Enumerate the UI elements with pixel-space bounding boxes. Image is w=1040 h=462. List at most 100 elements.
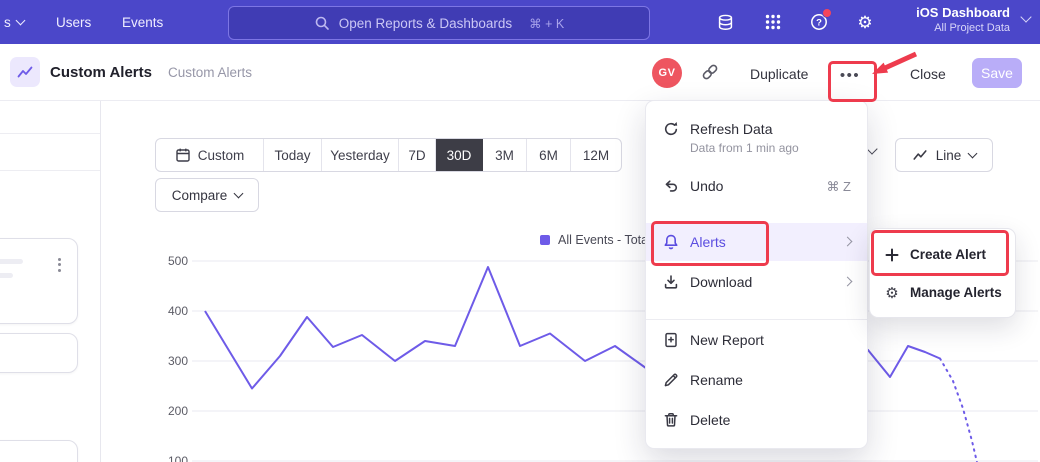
chevron-down-icon — [15, 15, 25, 25]
date-range-label: 7D — [408, 148, 425, 163]
date-range-today[interactable]: Today — [264, 139, 322, 171]
sidebar-card[interactable] — [0, 333, 78, 373]
avatar[interactable]: GV — [652, 58, 682, 88]
menu-item-rename[interactable]: Rename — [646, 361, 867, 399]
data-management-button[interactable] — [712, 9, 738, 35]
legend-label: All Events - Total — [558, 233, 651, 247]
date-range-control: Custom Today Yesterday 7D 30D 3M 6M 12M — [155, 138, 622, 172]
report-header: Custom Alerts Custom Alerts GV Duplicate… — [0, 44, 1040, 101]
menu-item-download[interactable]: Download — [646, 263, 867, 301]
context-menu: Refresh Data Data from 1 min ago Undo ⌘ … — [645, 100, 868, 449]
menu-item-label: Delete — [690, 412, 730, 428]
gear-icon: ⚙ — [857, 14, 872, 31]
help-button[interactable]: ? — [806, 9, 832, 35]
chevron-right-icon — [843, 237, 853, 247]
chevron-down-icon — [968, 148, 978, 158]
menu-item-delete[interactable]: Delete — [646, 401, 867, 439]
line-chart-icon — [16, 63, 34, 81]
nav-item-users[interactable]: Users — [56, 0, 91, 44]
pencil-icon — [662, 371, 680, 389]
settings-button[interactable]: ⚙ — [852, 9, 878, 35]
compare-label: Compare — [172, 188, 228, 203]
submenu-item-label: Create Alert — [910, 247, 986, 262]
date-range-custom[interactable]: Custom — [156, 139, 264, 171]
menu-item-alerts[interactable]: Alerts — [646, 223, 867, 261]
menu-item-label: New Report — [690, 332, 764, 348]
menu-item-new-report[interactable]: New Report — [646, 321, 867, 359]
svg-text:?: ? — [816, 18, 822, 29]
project-chevron-icon — [1020, 11, 1031, 22]
date-range-3m[interactable]: 3M — [483, 139, 527, 171]
date-range-label: 30D — [447, 148, 472, 163]
left-sidebar — [0, 100, 101, 462]
search-shortcut-hint: ⌘ + K — [529, 16, 564, 31]
nav-item-users-label: Users — [56, 15, 91, 30]
date-range-yesterday[interactable]: Yesterday — [322, 139, 399, 171]
apps-grid-button[interactable] — [760, 9, 786, 35]
sidebar-card[interactable] — [0, 238, 78, 324]
menu-item-label: Download — [690, 274, 752, 290]
date-range-label: 6M — [539, 148, 558, 163]
page-title: Custom Alerts — [50, 64, 152, 81]
menu-item-refresh-data[interactable]: Refresh Data Data from 1 min ago — [646, 113, 867, 157]
app-window: s Users Events Open Reports & Dashboards… — [0, 0, 1040, 462]
sidebar-divider — [0, 170, 100, 171]
menu-item-shortcut: ⌘ Z — [826, 179, 851, 195]
gear-icon: ⚙ — [884, 285, 900, 301]
notification-dot — [822, 8, 832, 18]
search-icon — [314, 15, 330, 31]
date-range-12m[interactable]: 12M — [571, 139, 621, 171]
chart-type-button[interactable]: Line — [895, 138, 993, 172]
menu-item-undo[interactable]: Undo ⌘ Z — [646, 167, 867, 205]
global-search-input[interactable]: Open Reports & Dashboards ⌘ + K — [228, 6, 650, 40]
menu-item-label: Refresh Data — [690, 121, 772, 137]
submenu-item-create-alert[interactable]: Create Alert — [870, 237, 1015, 273]
search-placeholder: Open Reports & Dashboards — [339, 16, 512, 31]
top-navbar: s Users Events Open Reports & Dashboards… — [0, 0, 1040, 44]
report-type-icon — [10, 57, 40, 87]
project-switcher[interactable]: iOS Dashboard All Project Data — [916, 5, 1010, 34]
nav-item-events[interactable]: Events — [122, 0, 163, 44]
download-icon — [662, 273, 680, 291]
sidebar-card[interactable] — [0, 440, 78, 462]
sidebar-card-line — [0, 273, 13, 278]
share-link-button[interactable] — [700, 62, 720, 87]
chevron-right-icon — [843, 277, 853, 287]
plus-icon — [884, 247, 900, 263]
trash-icon — [662, 411, 680, 429]
new-report-icon — [662, 331, 680, 349]
bell-icon — [662, 233, 680, 251]
nav-item-partial[interactable]: s — [4, 0, 24, 44]
kebab-menu-icon[interactable] — [58, 255, 61, 274]
menu-item-label: Alerts — [690, 234, 726, 250]
date-range-30d-selected[interactable]: 30D — [436, 139, 483, 171]
line-chart-icon — [912, 147, 928, 163]
database-icon — [716, 13, 735, 32]
nav-item-partial-label: s — [4, 15, 11, 30]
submenu-item-manage-alerts[interactable]: ⚙ Manage Alerts — [870, 275, 1015, 311]
chart-type-label: Line — [936, 148, 962, 163]
menu-item-label: Undo — [690, 178, 723, 194]
calendar-icon — [175, 147, 191, 163]
duplicate-button[interactable]: Duplicate — [750, 66, 808, 82]
date-range-6m[interactable]: 6M — [527, 139, 571, 171]
close-button[interactable]: Close — [910, 66, 946, 82]
date-range-label: Custom — [198, 148, 245, 163]
legend-swatch — [540, 235, 550, 245]
menu-item-subtext: Data from 1 min ago — [690, 141, 799, 155]
chart-legend: All Events - Total — [540, 233, 651, 247]
sidebar-card-line — [0, 259, 23, 264]
sidebar-divider — [0, 133, 100, 134]
save-button[interactable]: Save — [972, 58, 1022, 88]
compare-button[interactable]: Compare — [155, 178, 259, 212]
date-range-label: 12M — [583, 148, 609, 163]
breadcrumb: Custom Alerts — [168, 65, 252, 80]
more-options-button[interactable]: ••• — [833, 62, 867, 88]
refresh-icon — [662, 120, 680, 138]
date-range-7d[interactable]: 7D — [399, 139, 436, 171]
project-subtitle: All Project Data — [916, 22, 1010, 34]
undo-icon — [662, 177, 680, 195]
submenu-item-label: Manage Alerts — [910, 285, 1002, 300]
link-icon — [700, 62, 720, 82]
menu-divider — [646, 319, 867, 320]
